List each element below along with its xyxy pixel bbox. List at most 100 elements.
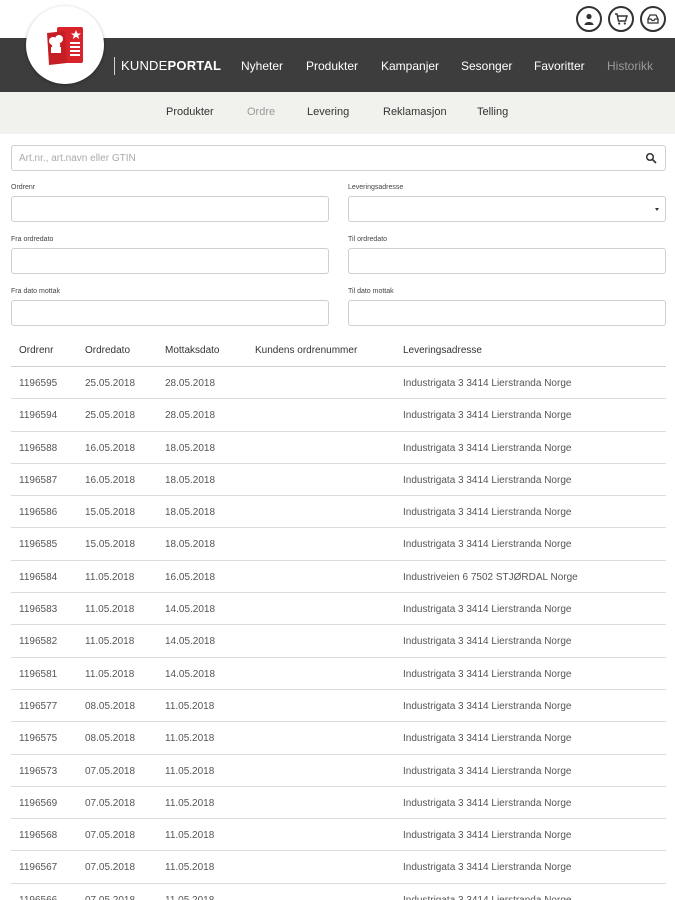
col-header-mottaksdato[interactable]: Mottaksdato (165, 345, 219, 356)
cell-leveringsadresse: Industrigata 3 3414 Lierstranda Norge (403, 733, 572, 745)
table-row[interactable]: 1196569 07.05.2018 11.05.2018 Industrigata … (11, 787, 666, 820)
cart-button[interactable] (608, 6, 634, 32)
cell-leveringsadresse: Industrigata 3 3414 Lierstranda Norge (403, 895, 571, 900)
til-ordredato-input[interactable] (349, 249, 665, 273)
cell-ordrenr: 1196567 (19, 862, 58, 874)
leveringsadresse-label: Leveringsadresse (348, 184, 404, 191)
cell-leveringsadresse: Industrigata 3 3414 Lierstranda Norge (403, 410, 572, 422)
col-header-kundens-ordrenummer[interactable]: Kundens ordrenummer (255, 345, 357, 356)
fra-dato-mottak-field[interactable] (11, 300, 329, 326)
cell-mottaksdato: 18.05.2018 (165, 442, 216, 454)
til-dato-mottak-field[interactable] (348, 300, 666, 326)
cell-ordredato: 16.05.2018 (85, 474, 136, 486)
cell-mottaksdato: 11.05.2018 (165, 765, 215, 777)
logo[interactable] (26, 6, 104, 84)
cell-ordredato: 08.05.2018 (85, 700, 136, 712)
table-row[interactable]: 1196586 15.05.2018 18.05.2018 Industrigata … (11, 496, 666, 529)
cell-leveringsadresse: Industrigata 3 3414 Lierstranda Norge (403, 830, 572, 842)
table-header: Ordrenr Ordredato Mottaksdato Kundens or… (11, 335, 666, 367)
table-row[interactable]: 1196595 25.05.2018 28.05.2018 Industrigata … (11, 367, 666, 400)
user-button[interactable] (576, 6, 602, 32)
cell-mottaksdato: 11.05.2018 (165, 895, 214, 900)
search-bar (11, 145, 666, 171)
cart-icon (615, 13, 628, 25)
cell-leveringsadresse: Industrigata 3 3414 Lierstranda Norge (403, 700, 572, 712)
nav-item-produkter[interactable]: Produkter (306, 58, 358, 74)
til-dato-mottak-input[interactable] (349, 301, 665, 325)
cell-ordredato: 11.05.2018 (85, 571, 135, 583)
til-dato-mottak-label: Til dato mottak (348, 288, 394, 295)
chevron-down-icon (655, 208, 659, 211)
cell-leveringsadresse: Industrigata 3 3414 Lierstranda Norge (403, 474, 572, 486)
table-row[interactable]: 1196583 11.05.2018 14.05.2018 Industrigata … (11, 593, 666, 626)
table-row[interactable]: 1196594 25.05.2018 28.05.2018 Industrigata … (11, 399, 666, 432)
table-row[interactable]: 1196577 08.05.2018 11.05.2018 Industrigata … (11, 690, 666, 723)
table-row[interactable]: 1196582 11.05.2018 14.05.2018 Industrigata … (11, 625, 666, 658)
cell-ordredato: 15.05.2018 (85, 507, 136, 519)
col-header-leveringsadresse[interactable]: Leveringsadresse (403, 345, 482, 356)
table-body: 1196595 25.05.2018 28.05.2018 Industrigata … (11, 367, 666, 900)
table-row[interactable]: 1196588 16.05.2018 18.05.2018 Industrigata … (11, 432, 666, 464)
cell-ordredato: 11.05.2018 (85, 604, 135, 616)
cell-leveringsadresse: Industrigata 3 3414 Lierstranda Norge (403, 604, 572, 616)
ordrenr-label: Ordrenr (11, 184, 36, 191)
cell-ordredato: 11.05.2018 (85, 636, 135, 648)
search-icon[interactable] (645, 152, 657, 164)
subnav-item-telling[interactable]: Telling (477, 106, 508, 118)
cell-ordrenr: 1196584 (19, 571, 58, 583)
ordrenr-field[interactable] (11, 196, 329, 222)
cell-ordrenr: 1196583 (19, 604, 58, 616)
nav-item-kampanjer[interactable]: Kampanjer (381, 58, 439, 74)
cell-ordredato: 08.05.2018 (85, 733, 136, 745)
cell-ordrenr: 1196573 (19, 765, 58, 777)
nav-items: Nyheter Produkter Kampanjer Sesonger Fav… (0, 58, 675, 74)
col-header-ordrenr[interactable]: Ordrenr (19, 345, 53, 356)
table-row[interactable]: 1196581 11.05.2018 14.05.2018 Industrigata … (11, 658, 666, 690)
fra-dato-mottak-input[interactable] (12, 301, 328, 325)
leveringsadresse-select[interactable] (348, 196, 666, 222)
search-input[interactable] (12, 146, 612, 170)
cell-leveringsadresse: Industrigata 3 3414 Lierstranda Norge (403, 862, 572, 874)
nav-item-favoritter[interactable]: Favoritter (534, 58, 585, 74)
fra-ordredato-label: Fra ordredato (11, 236, 54, 243)
table-row[interactable]: 1196585 15.05.2018 18.05.2018 Industrigata … (11, 528, 666, 561)
cell-mottaksdato: 18.05.2018 (165, 507, 216, 519)
fra-ordredato-input[interactable] (12, 249, 328, 273)
subnav-item-ordre[interactable]: Ordre (247, 106, 275, 118)
cell-leveringsadresse: Industriveien 6 7502 STJØRDAL Norge (403, 571, 578, 583)
nav-item-nyheter[interactable]: Nyheter (241, 58, 283, 74)
fra-dato-mottak-label: Fra dato mottak (11, 288, 61, 295)
col-header-ordredato[interactable]: Ordredato (85, 345, 130, 356)
table-row[interactable]: 1196584 11.05.2018 16.05.2018 Industriveien… (11, 561, 666, 594)
cell-mottaksdato: 14.05.2018 (165, 604, 216, 616)
sub-nav: Produkter Ordre Levering Reklamasjon Tel… (0, 92, 675, 134)
cell-ordrenr: 1196595 (19, 378, 58, 389)
cell-ordredato: 07.05.2018 (85, 895, 135, 900)
table-row[interactable]: 1196568 07.05.2018 11.05.2018 Industrigata … (11, 819, 666, 852)
fra-ordredato-field[interactable] (11, 248, 329, 274)
table-row[interactable]: 1196575 08.05.2018 11.05.2018 Industrigata … (11, 722, 666, 755)
subnav-item-levering[interactable]: Levering (307, 106, 349, 118)
account-icons (576, 6, 666, 32)
cell-ordrenr: 1196587 (19, 474, 58, 486)
nav-item-historikk[interactable]: Historikk (607, 58, 653, 74)
nav-item-sesonger[interactable]: Sesonger (461, 58, 512, 74)
cell-ordredato: 07.05.2018 (85, 830, 136, 842)
cell-ordrenr: 1196566 (19, 895, 57, 900)
cell-mottaksdato: 11.05.2018 (165, 862, 215, 874)
ordrenr-input[interactable] (12, 197, 328, 221)
cell-mottaksdato: 14.05.2018 (165, 636, 216, 648)
cell-ordredato: 07.05.2018 (85, 862, 136, 874)
cell-ordredato: 25.05.2018 (85, 410, 136, 422)
til-ordredato-field[interactable] (348, 248, 666, 274)
table-row[interactable]: 1196573 07.05.2018 11.05.2018 Industrigata … (11, 755, 666, 787)
cell-ordredato: 25.05.2018 (85, 378, 136, 389)
table-row[interactable]: 1196566 07.05.2018 11.05.2018 Industrigata … (11, 884, 666, 900)
logo-icon (47, 27, 83, 65)
cell-leveringsadresse: Industrigata 3 3414 Lierstranda Norge (403, 507, 572, 519)
subnav-item-produkter[interactable]: Produkter (166, 106, 214, 118)
table-row[interactable]: 1196567 07.05.2018 11.05.2018 Industrigata … (11, 851, 666, 884)
table-row[interactable]: 1196587 16.05.2018 18.05.2018 Industrigata … (11, 464, 666, 497)
subnav-item-reklamasjon[interactable]: Reklamasjon (383, 106, 447, 118)
inbox-button[interactable] (640, 6, 666, 32)
